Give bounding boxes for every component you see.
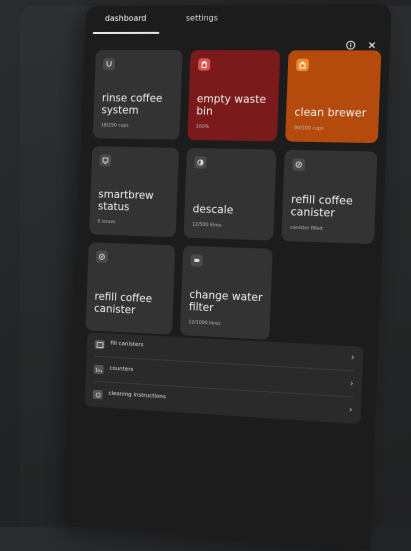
chevron-right-icon: ›: [349, 378, 354, 389]
drop-icon: [194, 156, 207, 169]
tile-clean-brewer[interactable]: clean brewer 90/100 cups: [285, 50, 382, 144]
chevron-right-icon: ›: [350, 352, 355, 362]
brewer-icon: [296, 58, 310, 72]
info-icon[interactable]: [345, 40, 356, 50]
tile-refill-coffee-canister-2[interactable]: refill coffee canister: [85, 242, 176, 335]
tile-title: descale: [192, 202, 234, 217]
filter-icon: [190, 254, 204, 267]
tile-title: change water filter: [188, 288, 263, 314]
tile-subtitle: 12/1000 litres: [188, 320, 221, 327]
tile-title: empty waste bin: [196, 93, 267, 118]
counter-icon: [93, 364, 104, 375]
tile-smartbrew-status[interactable]: smartbrew status 0 issues: [89, 146, 179, 238]
list-item-label: counters: [109, 365, 134, 374]
list-item-label: cleaning instructions: [108, 390, 166, 401]
chevron-right-icon: ›: [348, 404, 353, 415]
active-tab-indicator: [92, 31, 160, 35]
tile-change-water-filter[interactable]: change water filter 12/1000 litres: [179, 245, 273, 340]
tile-subtitle: 90/100 cups: [293, 126, 324, 132]
canister-list-icon: [94, 339, 105, 350]
tile-empty-waste-bin[interactable]: empty waste bin 100%: [187, 50, 281, 142]
tile-title: rinse coffee system: [101, 92, 163, 117]
tile-title: smartbrew status: [97, 188, 154, 213]
tile-rinse-coffee-system[interactable]: rinse coffee system 18/250 cups: [92, 50, 183, 140]
tile-title: refill coffee canister: [290, 193, 354, 220]
tab-dashboard[interactable]: dashboard: [105, 14, 147, 23]
canister-icon: [95, 250, 108, 264]
status-icon: [99, 154, 112, 167]
tab-bar: dashboard settings: [92, 10, 383, 38]
device-panel: dashboard settings rinse coffee system 1…: [66, 3, 392, 551]
tile-title: clean brewer: [294, 105, 367, 120]
cleaning-icon: [92, 389, 103, 400]
tab-settings[interactable]: settings: [186, 13, 218, 22]
tile-title: refill coffee canister: [93, 290, 153, 317]
rinse-icon: [103, 58, 116, 71]
tile-subtitle: 0 issues: [97, 219, 116, 226]
tile-subtitle: canister filled: [289, 225, 323, 232]
list-item-label: fill canisters: [110, 340, 144, 349]
trash-icon: [197, 58, 211, 71]
stage: dashboard settings rinse coffee system 1…: [0, 0, 411, 551]
close-icon[interactable]: [366, 40, 377, 51]
canister-icon: [292, 158, 306, 171]
tile-refill-coffee-canister[interactable]: refill coffee canister canister filled: [281, 149, 378, 245]
tile-descale[interactable]: descale 12/500 litres: [183, 147, 277, 241]
tile-subtitle: 100%: [195, 124, 210, 130]
tile-subtitle: 18/250 cups: [100, 123, 129, 129]
quick-links-list: fill canisters › counters › cleaning ins…: [84, 332, 364, 425]
tile-subtitle: 12/500 litres: [191, 222, 222, 229]
